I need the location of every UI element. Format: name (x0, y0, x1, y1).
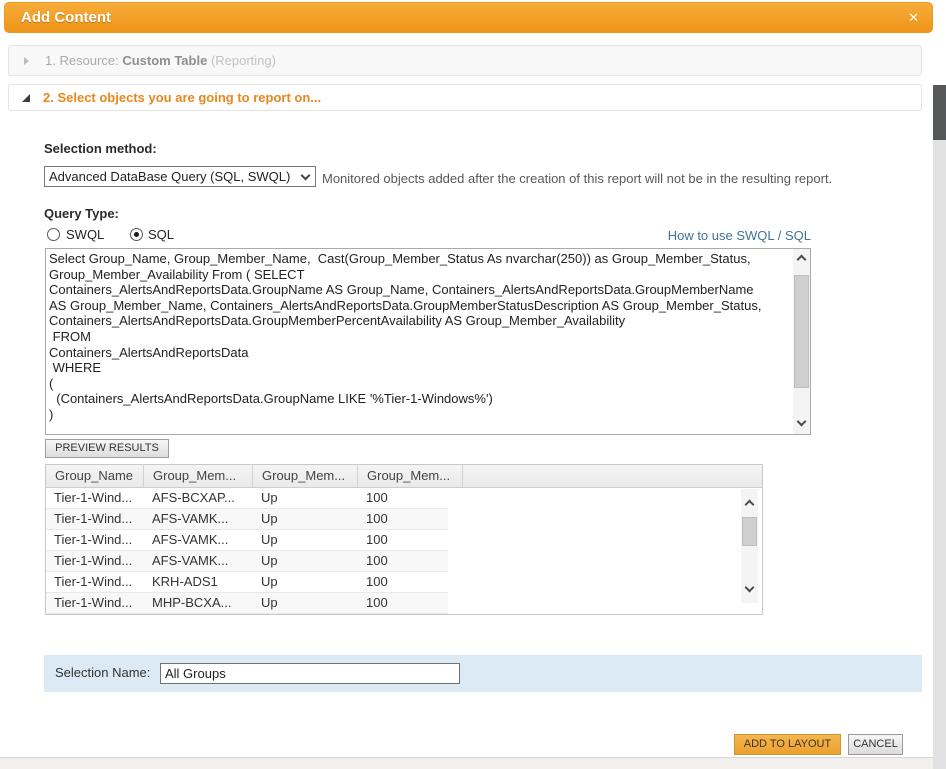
step2-select-objects-bar[interactable]: 2. Select objects you are going to repor… (8, 84, 922, 111)
selection-method-note: Monitored objects added after the creati… (322, 171, 833, 186)
preview-results-table: Group_Name Group_Mem... Group_Mem... Gro… (45, 464, 763, 615)
column-header-group-member-name[interactable]: Group_Mem... (144, 465, 253, 487)
table-cell: MHP-BCXA... (152, 595, 232, 610)
table-cell: AFS-BCXAP... (152, 490, 235, 505)
table-cell: 100 (366, 532, 388, 547)
close-icon[interactable]: ✕ (908, 3, 919, 33)
table-cell: Tier-1-Wind... (54, 595, 133, 610)
how-to-use-link[interactable]: How to use SWQL / SQL (668, 228, 811, 243)
preview-table-body: Tier-1-Wind... AFS-BCXAP... Up 100 Tier-1-Wi… (46, 488, 448, 614)
preview-results-button[interactable]: PREVIEW RESULTS (45, 439, 169, 458)
expanded-triangle-icon (22, 94, 30, 102)
editor-scrollbar (793, 249, 810, 434)
radio-swql-label: SWQL (66, 227, 105, 242)
table-cell: Up (261, 532, 278, 547)
column-header-group-name[interactable]: Group_Name (46, 465, 144, 487)
step1-resource-name: Custom Table (122, 53, 208, 68)
selection-method-label: Selection method: (44, 141, 157, 156)
scroll-up-icon[interactable] (796, 254, 807, 265)
browser-scroll-thumb[interactable] (933, 85, 946, 140)
selection-method-select[interactable]: Advanced DataBase Query (SQL, SWQL) (44, 166, 316, 187)
table-row[interactable]: Tier-1-Wind... MHP-BCXA... Up 100 (46, 593, 448, 614)
table-cell: Tier-1-Wind... (54, 553, 133, 568)
table-cell: 100 (366, 511, 388, 526)
radio-sql-label: SQL (148, 227, 175, 242)
table-cell: 100 (366, 574, 388, 589)
table-cell: Tier-1-Wind... (54, 511, 133, 526)
table-cell: Up (261, 553, 278, 568)
dialog-header: Add Content ✕ (4, 2, 933, 33)
scroll-up-icon[interactable] (744, 499, 755, 510)
table-cell: Up (261, 595, 278, 610)
radio-swql[interactable] (47, 228, 60, 241)
table-cell: AFS-VAMK... (152, 511, 229, 526)
table-scroll-thumb[interactable] (742, 517, 757, 546)
browser-scroll-track[interactable] (933, 85, 946, 769)
selection-name-label: Selection Name: (55, 665, 151, 680)
table-row[interactable]: Tier-1-Wind... AFS-VAMK... Up 100 (46, 509, 448, 530)
table-cell: Tier-1-Wind... (54, 490, 133, 505)
add-content-dialog: Add Content ✕ 1. Resource: Custom Table … (0, 0, 946, 769)
table-row[interactable]: Tier-1-Wind... AFS-VAMK... Up 100 (46, 530, 448, 551)
table-cell: Up (261, 490, 278, 505)
table-cell: KRH-ADS1 (152, 574, 218, 589)
step1-label: 1. Resource: Custom Table (Reporting) (45, 53, 276, 68)
sql-query-text[interactable]: Select Group_Name, Group_Member_Name, Ca… (46, 249, 792, 434)
column-header-group-member-status[interactable]: Group_Mem... (253, 465, 358, 487)
page-bottom-strip (0, 757, 946, 769)
sql-query-editor[interactable]: Select Group_Name, Group_Member_Name, Ca… (45, 248, 811, 435)
query-type-label: Query Type: (44, 206, 119, 221)
table-cell: AFS-VAMK... (152, 553, 229, 568)
table-cell: AFS-VAMK... (152, 532, 229, 547)
table-cell: 100 (366, 595, 388, 610)
table-cell: 100 (366, 553, 388, 568)
table-row[interactable]: Tier-1-Wind... KRH-ADS1 Up 100 (46, 572, 448, 593)
cancel-button[interactable]: CANCEL (848, 734, 903, 755)
dialog-title: Add Content (21, 9, 111, 26)
chevron-down-icon (300, 170, 311, 181)
collapsed-triangle-icon (24, 57, 29, 65)
table-cell: 100 (366, 490, 388, 505)
scroll-down-icon[interactable] (796, 416, 807, 427)
radio-sql[interactable] (130, 228, 143, 241)
table-cell: Up (261, 574, 278, 589)
table-row[interactable]: Tier-1-Wind... AFS-VAMK... Up 100 (46, 551, 448, 572)
step1-resource-bar[interactable]: 1. Resource: Custom Table (Reporting) (8, 45, 922, 76)
step2-label: 2. Select objects you are going to repor… (43, 90, 322, 105)
table-row[interactable]: Tier-1-Wind... AFS-BCXAP... Up 100 (46, 488, 448, 509)
selection-name-input[interactable] (160, 663, 460, 684)
selection-name-band: Selection Name: (44, 655, 922, 692)
browser-scrollbar (933, 0, 946, 769)
selection-method-value: Advanced DataBase Query (SQL, SWQL) (49, 169, 291, 184)
scroll-down-icon[interactable] (744, 582, 755, 593)
editor-scroll-thumb[interactable] (794, 275, 809, 388)
table-cell: Up (261, 511, 278, 526)
table-scrollbar (741, 489, 758, 603)
table-header-row: Group_Name Group_Mem... Group_Mem... Gro… (46, 465, 762, 488)
table-cell: Tier-1-Wind... (54, 532, 133, 547)
step1-resource-type: (Reporting) (207, 53, 276, 68)
table-cell: Tier-1-Wind... (54, 574, 133, 589)
add-to-layout-button[interactable]: ADD TO LAYOUT (734, 734, 841, 755)
column-header-group-member-availability[interactable]: Group_Mem... (358, 465, 463, 487)
